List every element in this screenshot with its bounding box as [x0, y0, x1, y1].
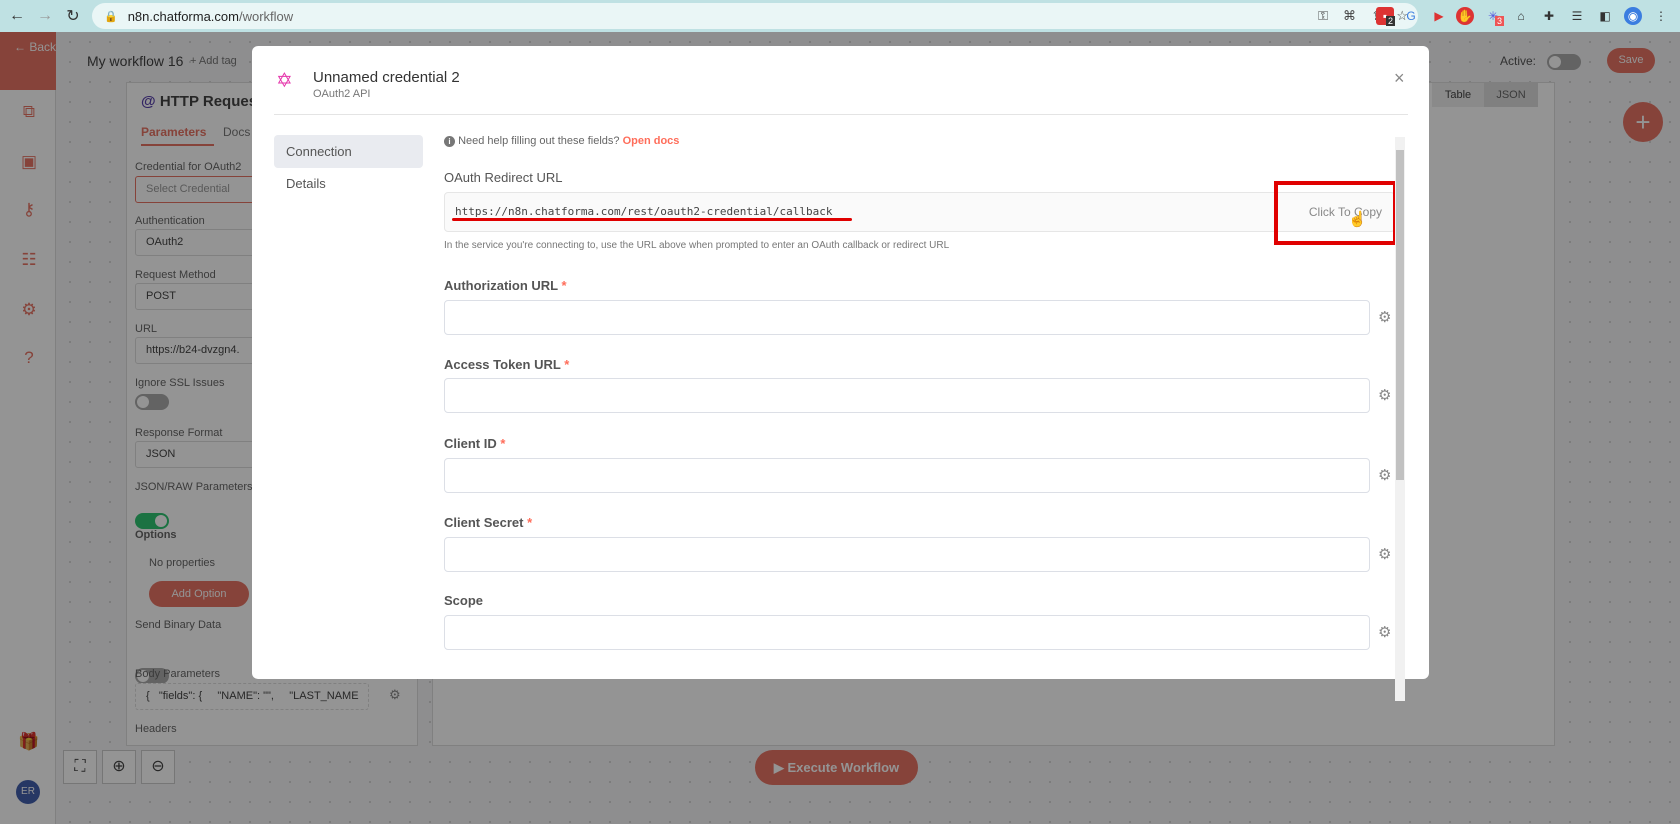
credential-modal: ✡ Unnamed credential 2 OAuth2 API × Conn… — [252, 46, 1429, 701]
workflow-name[interactable]: My workflow 16 — [87, 53, 183, 69]
nav-details[interactable]: Details — [274, 167, 423, 200]
json-raw-toggle[interactable] — [135, 513, 169, 529]
scope-input[interactable] — [444, 615, 1370, 650]
expression-gear-icon[interactable]: ⚙ — [1378, 545, 1391, 563]
info-icon: i — [444, 136, 455, 147]
annotation-highlight-box — [1274, 181, 1397, 245]
save-button[interactable]: Save — [1607, 48, 1655, 73]
body-parameters-input[interactable]: { "fields": { "NAME": "", "LAST_NAME — [135, 683, 369, 710]
tab-docs[interactable]: Docs — [223, 125, 250, 139]
close-icon[interactable]: × — [1394, 68, 1405, 89]
scrollbar[interactable] — [1395, 137, 1405, 701]
zoom-out-icon[interactable]: ⊖ — [141, 750, 175, 784]
templates-icon[interactable]: ▣ — [18, 152, 40, 172]
redirect-url-box[interactable]: https://n8n.chatforma.com/rest/oauth2-cr… — [444, 192, 1395, 232]
redirect-url[interactable]: https://n8n.chatforma.com/rest/oauth2-cr… — [455, 205, 833, 218]
gift-icon[interactable]: 🎁 — [18, 732, 40, 752]
hand-cursor-icon: ☝ — [1348, 211, 1367, 228]
client-id-input[interactable] — [444, 458, 1370, 493]
access-token-url-input[interactable] — [444, 378, 1370, 413]
workflows-icon[interactable]: ⧉ — [18, 102, 40, 122]
annotation-underline — [452, 218, 852, 221]
tab-json[interactable]: JSON — [1484, 83, 1538, 107]
credentials-key-icon[interactable]: ⚷ — [18, 200, 40, 220]
gear-icon[interactable]: ⚙ — [389, 687, 401, 703]
divider — [274, 114, 1408, 115]
user-avatar[interactable]: ER — [16, 780, 40, 804]
help-icon[interactable]: ? — [18, 348, 40, 368]
fit-view-icon[interactable]: ⛶ — [63, 750, 97, 784]
modal-subtitle: OAuth2 API — [313, 88, 371, 100]
tab-table[interactable]: Table — [1432, 83, 1484, 107]
executions-icon[interactable]: ☷ — [18, 250, 40, 270]
http-at-icon: @ — [141, 93, 156, 110]
expression-gear-icon[interactable]: ⚙ — [1378, 623, 1391, 641]
modal-title[interactable]: Unnamed credential 2 — [313, 69, 460, 86]
execute-workflow-button[interactable]: ▶ Execute Workflow — [755, 750, 918, 785]
zoom-in-icon[interactable]: ⊕ — [102, 750, 136, 784]
expression-gear-icon[interactable]: ⚙ — [1378, 386, 1391, 404]
active-toggle[interactable] — [1547, 54, 1581, 70]
n8n-logo[interactable]: ← Back — [0, 32, 56, 90]
main-sidebar — [0, 32, 56, 824]
authorization-url-input[interactable] — [444, 300, 1370, 335]
settings-gear-icon[interactable]: ⚙ — [18, 300, 40, 320]
add-tag-link[interactable]: + Add tag — [190, 55, 237, 67]
nav-connection[interactable]: Connection — [274, 135, 423, 168]
ignore-ssl-toggle[interactable] — [135, 394, 169, 410]
tab-parameters[interactable]: Parameters — [141, 125, 215, 146]
add-option-button[interactable]: Add Option — [149, 581, 249, 607]
expression-gear-icon[interactable]: ⚙ — [1378, 308, 1391, 326]
expression-gear-icon[interactable]: ⚙ — [1378, 466, 1391, 484]
add-node-button[interactable]: + — [1623, 102, 1663, 142]
open-docs-link[interactable]: Open docs — [623, 135, 680, 147]
client-secret-input[interactable] — [444, 537, 1370, 572]
oauth-graphql-icon: ✡ — [276, 70, 293, 92]
scrollbar-thumb[interactable] — [1396, 150, 1404, 480]
